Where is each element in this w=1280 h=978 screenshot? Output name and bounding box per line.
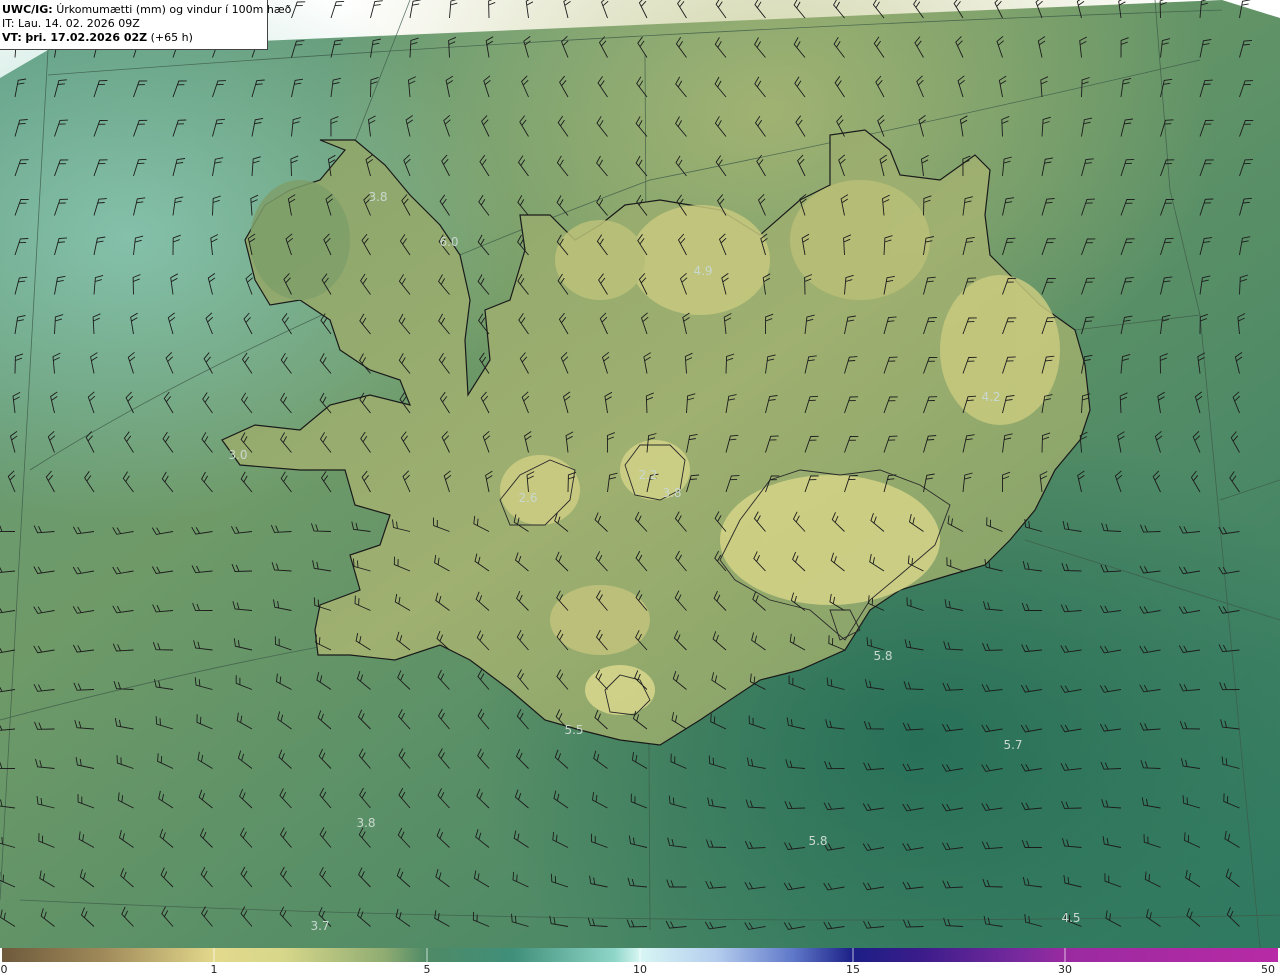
colorbar-tick: 5: [423, 963, 431, 976]
init-time: IT: Lau. 14. 02. 2026 09Z: [2, 17, 140, 30]
map-header: UWC/IG: Úrkomumætti (mm) og vindur í 100…: [0, 0, 291, 50]
map-value-label: 5.7: [1003, 738, 1022, 752]
colorbar-gradient: [2, 948, 1278, 962]
map-value-label: 4.9: [693, 264, 712, 278]
map-value-label: 2.2: [638, 468, 657, 482]
valid-prefix: VT:: [2, 31, 22, 44]
map-value-label: 3.8: [368, 190, 387, 204]
colorbar: 0 1 5 10 15 30 50: [0, 948, 1280, 978]
colorbar-tick: 0: [0, 963, 8, 976]
map-value-label: 3.0: [228, 448, 247, 462]
model-name: UWC/IG:: [2, 3, 53, 16]
map-value-label: 4.5: [1061, 911, 1080, 925]
map-value-label: 5.5: [564, 723, 583, 737]
valid-time: þri. 17.02.2026 02Z: [25, 31, 148, 44]
colorbar-tick: 30: [1058, 963, 1072, 976]
map-value-label: 5.8: [873, 649, 892, 663]
map-value-label: 3.8: [662, 486, 681, 500]
header-title-line: UWC/IG: Úrkomumætti (mm) og vindur í 100…: [2, 3, 291, 17]
map-value-label: 3.7: [310, 919, 329, 933]
map-value-label: 2.6: [518, 491, 537, 505]
map-title: Úrkomumætti (mm) og vindur í 100m hæð: [56, 3, 292, 16]
colorbar-tick: 50: [1261, 963, 1275, 976]
map-value-label: 4.2: [981, 390, 1000, 404]
colorbar-tick: 1: [210, 963, 218, 976]
valid-time-line: VT: þri. 17.02.2026 02Z (+65 h): [2, 31, 267, 45]
map-value-label: 6.0: [439, 235, 458, 249]
colorbar-tick: 15: [846, 963, 860, 976]
map-value-label: 5.8: [808, 834, 827, 848]
map-value-label: 3.8: [356, 816, 375, 830]
precipitation-wind-map: 3.8 6.0 4.9 4.2 3.0 2.6 2.2 3.8 5.8 5.5 …: [0, 0, 1280, 948]
colorbar-tick: 10: [633, 963, 647, 976]
lead-time: (+65 h): [150, 31, 193, 44]
